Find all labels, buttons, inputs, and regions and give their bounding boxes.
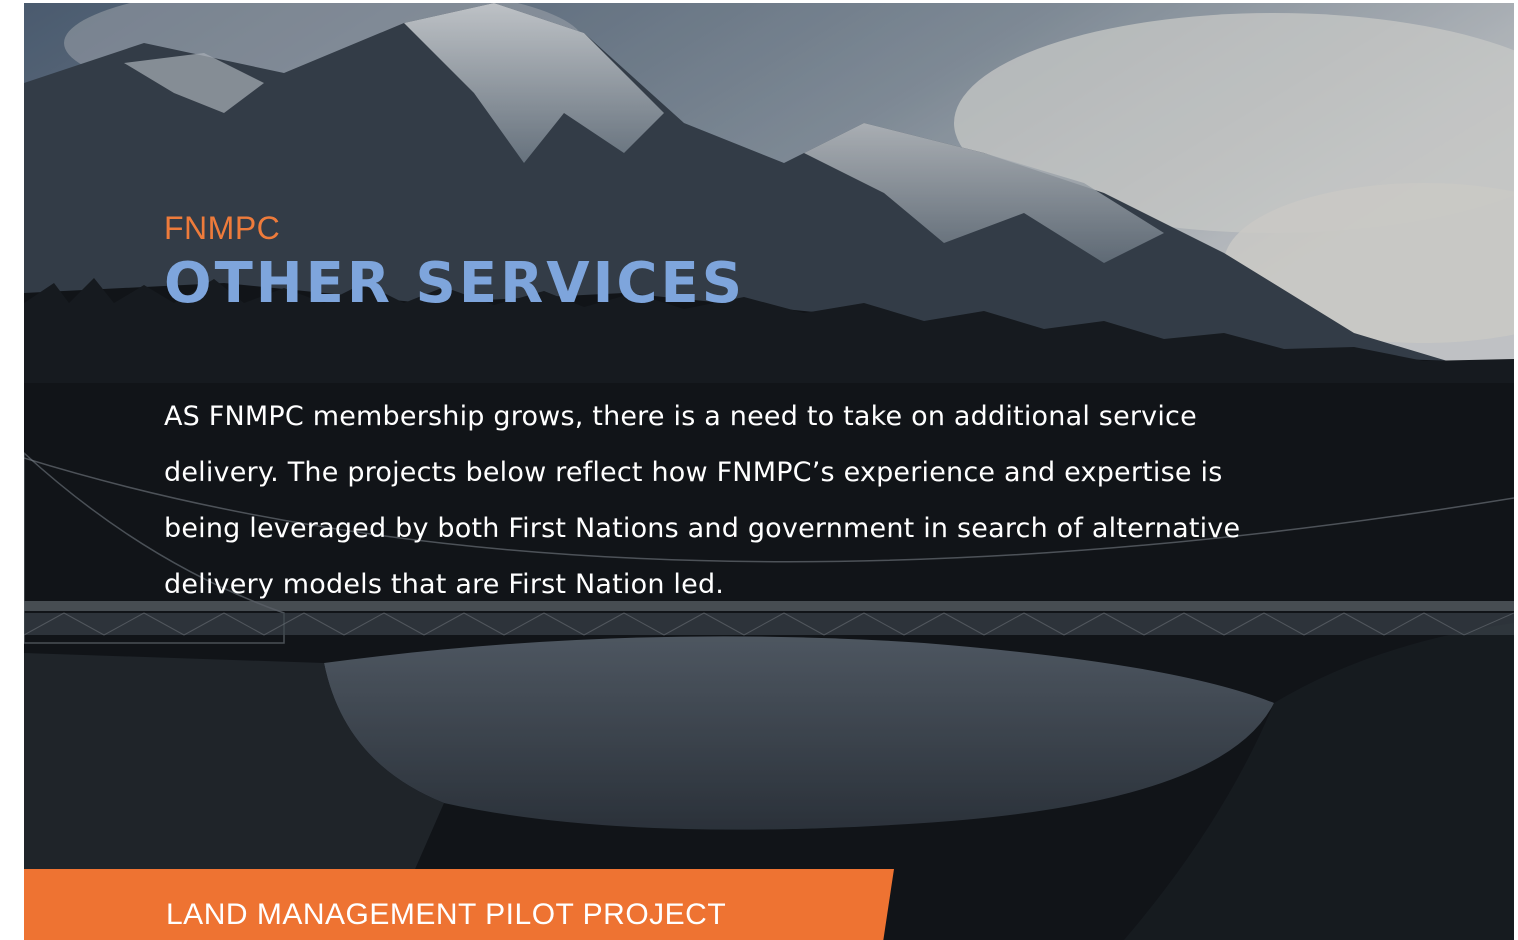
intro-paragraph: AS FNMPC membership grows, there is a ne… bbox=[164, 401, 1241, 600]
eyebrow-label: FNMPC bbox=[164, 210, 281, 246]
page-title: OTHER SERVICES bbox=[164, 251, 746, 316]
hero-banner: FNMPC OTHER SERVICES AS FNMPC membership… bbox=[24, 3, 1514, 940]
section-tab-label[interactable]: LAND MANAGEMENT PILOT PROJECT bbox=[166, 898, 726, 932]
